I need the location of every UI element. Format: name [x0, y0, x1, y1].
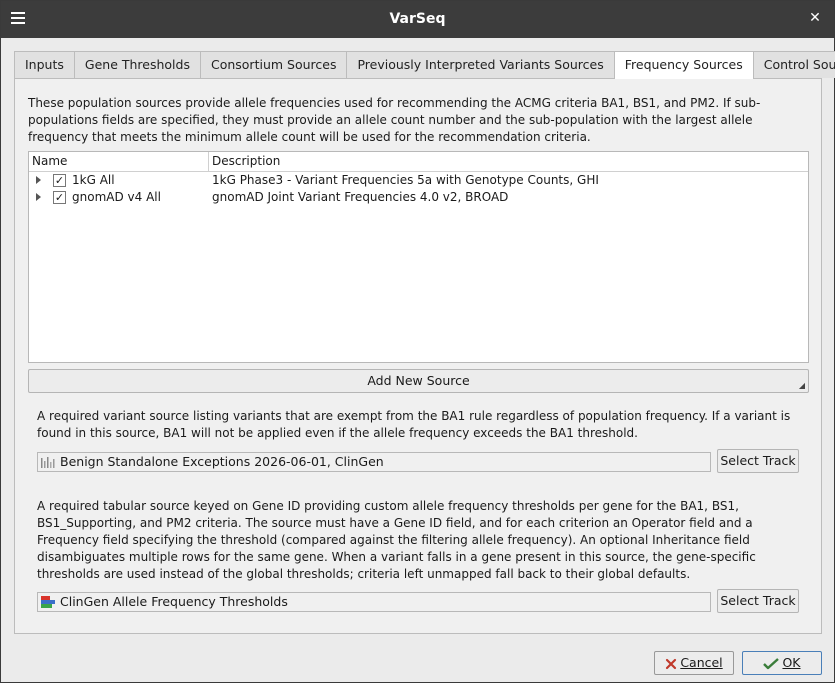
table-track-icon	[41, 596, 55, 608]
variant-track-icon	[41, 457, 55, 468]
column-header-description[interactable]: Description	[209, 152, 280, 171]
title-bar: VarSeq ✕	[1, 1, 834, 38]
window-title: VarSeq	[389, 11, 446, 27]
expand-arrow-icon[interactable]	[36, 193, 41, 201]
ok-check-icon	[763, 657, 780, 669]
select-thresholds-track-button[interactable]: Select Track	[717, 589, 799, 613]
row-name: 1kG All	[72, 173, 115, 187]
thresholds-description: A required tabular source keyed on Gene …	[37, 499, 756, 581]
exceptions-track-name: Benign Standalone Exceptions 2026-06-01,…	[60, 454, 384, 469]
tab-inputs[interactable]: Inputs	[14, 51, 75, 78]
select-exceptions-track-button[interactable]: Select Track	[717, 449, 799, 473]
exceptions-track-field: Benign Standalone Exceptions 2026-06-01,…	[37, 452, 711, 472]
cancel-label: Cancel	[680, 655, 723, 670]
exceptions-description: A required variant source listing varian…	[37, 409, 791, 440]
tab-consortium-sources[interactable]: Consortium Sources	[199, 51, 348, 78]
row-description: 1kG Phase3 - Variant Frequencies 5a with…	[212, 173, 599, 187]
frequency-sources-panel: These population sources provide allele …	[14, 78, 822, 634]
frequency-sources-table[interactable]: Name Description ✓ 1kG All 1kG Phase3 - …	[28, 151, 809, 363]
tab-control-sources[interactable]: Control Sources	[752, 51, 835, 78]
close-icon[interactable]: ✕	[808, 11, 822, 25]
thresholds-track-name: ClinGen Allele Frequency Thresholds	[60, 594, 288, 609]
tab-gene-thresholds[interactable]: Gene Thresholds	[73, 51, 201, 78]
ok-label: OK	[782, 655, 801, 670]
row-name: gnomAD v4 All	[72, 190, 161, 204]
expand-arrow-icon[interactable]	[36, 176, 41, 184]
table-row[interactable]: ✓ gnomAD v4 All gnomAD Joint Variant Fre…	[29, 189, 808, 206]
add-new-source-label: Add New Source	[367, 373, 470, 388]
add-new-source-button[interactable]: Add New Source ◢	[28, 369, 809, 393]
row-checkbox[interactable]: ✓	[53, 191, 66, 204]
cancel-icon	[666, 658, 677, 669]
table-row[interactable]: ✓ 1kG All 1kG Phase3 - Variant Frequenci…	[29, 172, 808, 189]
thresholds-track-field: ClinGen Allele Frequency Thresholds	[37, 592, 711, 612]
column-header-name[interactable]: Name	[29, 152, 209, 171]
row-description: gnomAD Joint Variant Frequencies 4.0 v2,…	[212, 190, 509, 204]
cancel-button[interactable]: Cancel	[654, 651, 734, 675]
intro-text: These population sources provide allele …	[28, 96, 761, 144]
tab-bar: Inputs Gene Thresholds Consortium Source…	[14, 51, 835, 79]
table-header: Name Description	[29, 152, 808, 172]
varseq-dialog: VarSeq ✕ Inputs Gene Thresholds Consorti…	[0, 0, 835, 683]
dropdown-corner-icon: ◢	[798, 381, 805, 390]
tab-previously-interpreted-variants-sources[interactable]: Previously Interpreted Variants Sources	[346, 51, 615, 78]
ok-button[interactable]: OK	[742, 651, 822, 675]
tab-frequency-sources[interactable]: Frequency Sources	[613, 51, 754, 79]
row-checkbox[interactable]: ✓	[53, 174, 66, 187]
